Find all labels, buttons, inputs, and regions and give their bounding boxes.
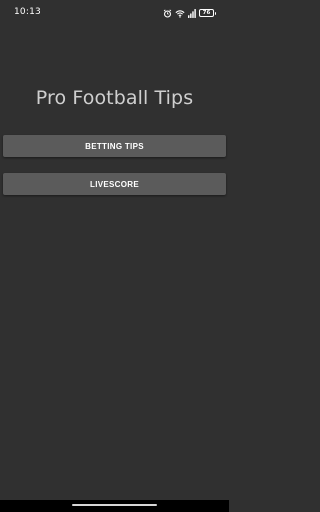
navigation-bar	[0, 500, 229, 512]
wifi-icon	[175, 9, 185, 18]
status-icons: 76	[163, 8, 216, 18]
livescore-button[interactable]: LIVESCORE	[3, 173, 226, 195]
status-time: 10:13	[14, 7, 41, 17]
page-title: Pro Football Tips	[35, 87, 194, 109]
betting-tips-button[interactable]: BETTING TIPS	[3, 135, 226, 157]
status-bar: 10:13 76	[0, 0, 229, 28]
battery-level: 76	[202, 10, 211, 16]
alarm-icon	[163, 9, 172, 18]
signal-icon	[188, 8, 196, 18]
battery-icon: 76	[199, 9, 216, 17]
home-indicator[interactable]	[72, 504, 157, 506]
